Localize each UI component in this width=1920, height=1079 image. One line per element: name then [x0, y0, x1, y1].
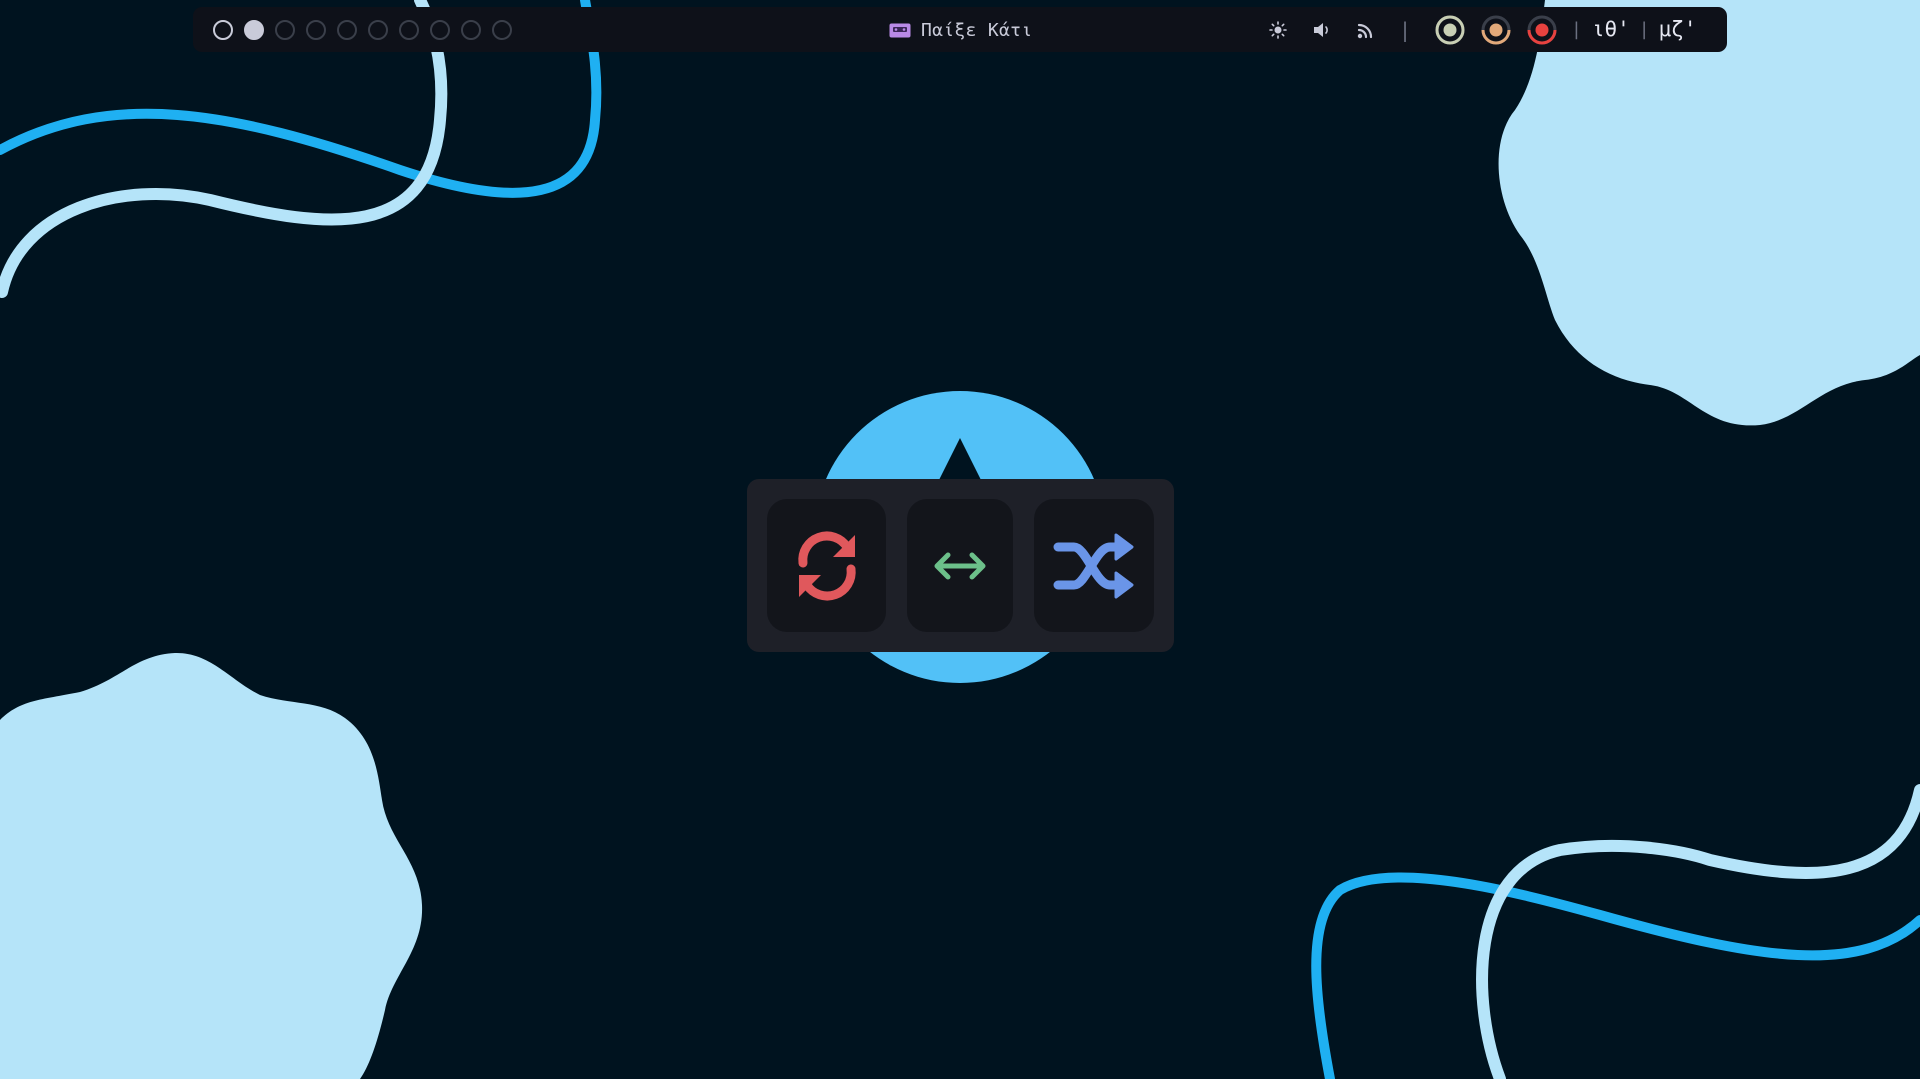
shuffle-button[interactable]: [1034, 499, 1154, 632]
swap-button[interactable]: [907, 499, 1013, 632]
clock[interactable]: | ιθ' | μζ': [1571, 15, 1697, 43]
memory-ring[interactable]: [1479, 13, 1513, 47]
workspace-8[interactable]: [430, 20, 450, 40]
separator: |: [1399, 18, 1412, 42]
repeat-icon: [797, 530, 856, 601]
cassette-tape-icon: [889, 23, 911, 37]
playback-mode-panel: [747, 479, 1174, 652]
volume-icon[interactable]: [1311, 19, 1333, 41]
shuffle-icon: [1053, 533, 1134, 598]
cloud-bottom-left: [0, 652, 423, 1079]
cpu-ring[interactable]: [1433, 13, 1467, 47]
wave-bottom-right-dark: [1311, 872, 1920, 1079]
wave-bottom-right-light: [1476, 784, 1920, 1079]
now-playing-label: Παίξε Κάτι: [921, 19, 1033, 41]
workspace-1[interactable]: [213, 20, 233, 40]
now-playing[interactable]: Παίξε Κάτι: [889, 19, 1032, 41]
workspace-5[interactable]: [337, 20, 357, 40]
cloud-top-right: [1498, 0, 1920, 426]
workspace-4[interactable]: [306, 20, 326, 40]
clock-hours: ιθ': [1591, 17, 1630, 41]
workspace-7[interactable]: [399, 20, 419, 40]
clock-separator: |: [1571, 18, 1582, 40]
workspace-6[interactable]: [368, 20, 388, 40]
quick-settings: |: [1267, 15, 1571, 45]
brightness-icon[interactable]: [1267, 19, 1289, 41]
swap-horizontal-icon: [934, 552, 986, 579]
workspace-9[interactable]: [461, 20, 481, 40]
workspace-2[interactable]: [244, 20, 264, 40]
workspace-3[interactable]: [275, 20, 295, 40]
clock-divider: |: [1638, 18, 1650, 40]
wifi-icon[interactable]: [1355, 19, 1377, 41]
repeat-button[interactable]: [767, 499, 886, 632]
clock-minutes: μζ': [1658, 17, 1697, 41]
battery-ring[interactable]: [1525, 13, 1559, 47]
workspace-10[interactable]: [492, 20, 512, 40]
top-bar: Παίξε Κάτι | | ιθ' | μζ': [193, 7, 1727, 52]
workspace-indicators: [213, 19, 523, 41]
